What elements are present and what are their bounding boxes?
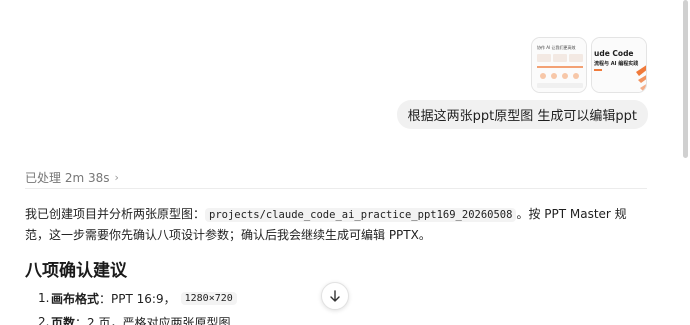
assistant-message: 我已创建项目并分析两张原型图： projects/claude_code_ai_p… <box>25 204 650 245</box>
item-label: 画布格式 <box>51 291 100 306</box>
thumb-2-subtitle: 流程与 AI 编程实践 <box>594 60 638 67</box>
chevron-right-icon: › <box>114 171 119 184</box>
project-path: projects/claude_code_ai_practice_ppt169_… <box>205 208 517 222</box>
item-label: 页数 <box>51 315 76 325</box>
user-message-text: 根据这两张ppt原型图 生成可以编辑ppt <box>407 109 637 124</box>
attachment-thumbnail-2[interactable]: ude Code 流程与 AI 编程实践 <box>591 37 647 93</box>
user-message-bubble: 根据这两张ppt原型图 生成可以编辑ppt <box>396 100 648 129</box>
thumb-1-title: 协作 AI 让我们更高效 <box>537 44 575 50</box>
processed-toggle[interactable]: 已处理 2m 38s › <box>25 169 119 186</box>
attachment-thumbnails: 协作 AI 让我们更高效 ude Code 流程与 AI 编程实践 <box>531 37 647 93</box>
list-item: 1. 画布格式： PPT 16:9， 1280×720 <box>38 286 237 310</box>
item-text: PPT 16:9， <box>111 291 176 306</box>
list-item: 2. 页数： 2 页，严格对应两张原型图 <box>38 310 237 325</box>
scrollbar-thumb[interactable] <box>683 0 688 158</box>
arrow-down-icon <box>330 290 340 302</box>
item-code: 1280×720 <box>180 291 237 305</box>
intro-text: 我已创建项目并分析两张原型图： <box>25 207 206 221</box>
divider <box>25 188 647 189</box>
processed-label: 已处理 2m 38s <box>25 171 110 185</box>
confirmation-list: 1. 画布格式： PPT 16:9， 1280×720 2. 页数： 2 页，严格对应… <box>38 286 237 325</box>
section-heading: 八项确认建议 <box>25 261 127 281</box>
item-text: 2 页，严格对应两张原型图 <box>87 315 231 325</box>
attachment-thumbnail-1[interactable]: 协作 AI 让我们更高效 <box>531 37 587 93</box>
thumb-2-title: ude Code <box>594 49 634 58</box>
scroll-to-bottom-button[interactable] <box>321 282 349 310</box>
